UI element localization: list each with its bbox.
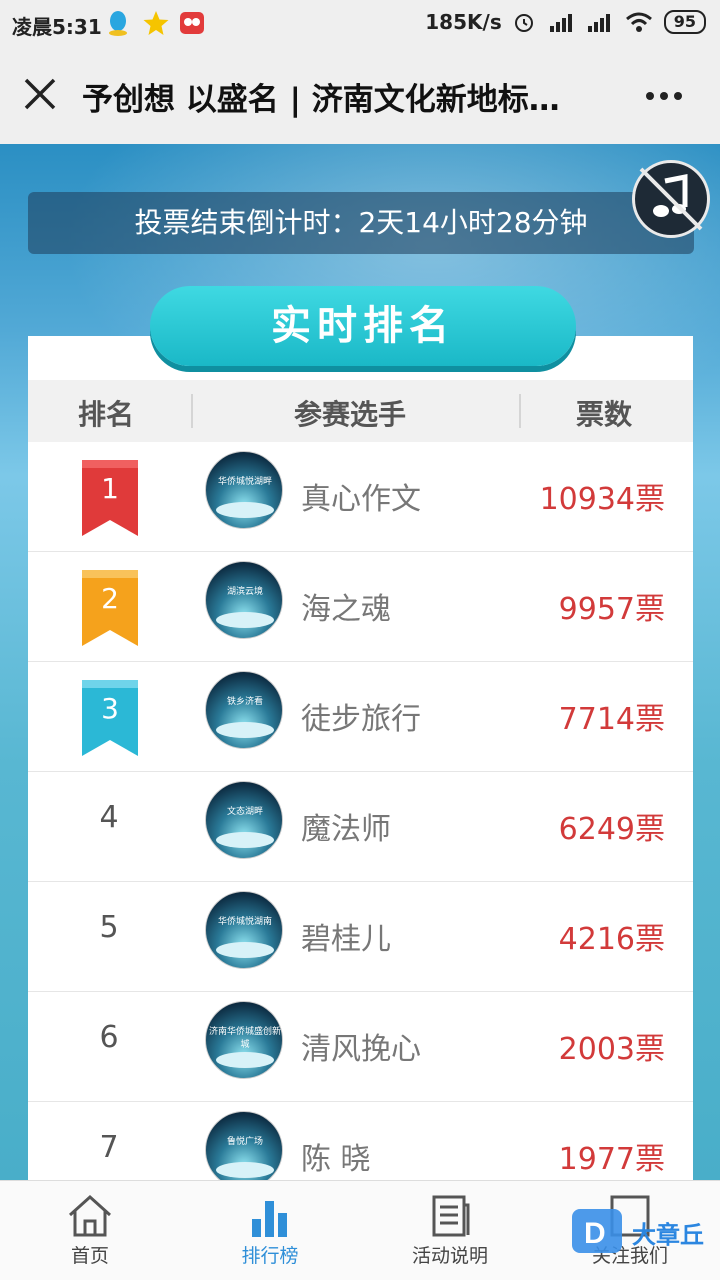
rank-number: 1	[101, 472, 119, 505]
ranking-panel: 排名 参赛选手 票数 1 华侨城悦湖畔 真心作文 10934票 2 湖滨云境 海…	[28, 336, 693, 1180]
header-divider	[519, 394, 521, 428]
rank-ribbon-silver: 2	[80, 568, 140, 648]
avatar-art	[216, 832, 274, 848]
header-divider	[191, 394, 193, 428]
table-row[interactable]: 2 湖滨云境 海之魂 9957票	[28, 552, 693, 662]
rank-number: 7	[99, 1130, 119, 1165]
home-icon	[68, 1194, 112, 1237]
countdown-banner: 投票结束倒计时：2天14小时28分钟	[28, 192, 694, 254]
table-header: 排名 参赛选手 票数	[28, 380, 693, 442]
avatar-art	[216, 612, 274, 628]
avatar-caption: 济南华侨城盛创新城	[208, 1027, 281, 1050]
close-icon[interactable]	[22, 76, 58, 112]
bar-chart-icon	[252, 1201, 287, 1237]
header-votes: 票数	[576, 398, 633, 431]
avatar-art	[216, 722, 274, 738]
vote-count: 10934票	[539, 482, 665, 517]
hd-signal-icon	[549, 14, 572, 32]
tab-label: 活动说明	[411, 1245, 488, 1267]
avatar-caption: 铁乡济看	[226, 697, 263, 707]
main-content: 投票结束倒计时：2天14小时28分钟 实时排名 排名 参赛选手 票数 1 华侨城…	[0, 144, 720, 1180]
avatar-art	[216, 942, 274, 958]
contestant-name: 魔法师	[301, 812, 391, 847]
ranking-title: 实时排名	[150, 286, 576, 366]
rank-number: 4	[99, 800, 119, 835]
avatar-caption: 文态湖畔	[226, 807, 263, 817]
vote-count: 1977票	[558, 1142, 665, 1177]
signal-icon	[587, 14, 610, 32]
table-row[interactable]: 3 铁乡济看 徒步旅行 7714票	[28, 662, 693, 772]
tab-activity-info[interactable]: 活动说明	[360, 1181, 540, 1280]
table-row[interactable]: 4 文态湖畔 魔法师 6249票	[28, 772, 693, 882]
document-icon	[432, 1195, 470, 1237]
vote-count: 6249票	[558, 812, 665, 847]
bottom-tab-bar: 首页 排行榜 活动说明 关注我们 D 大章丘	[0, 1180, 720, 1280]
table-row[interactable]: 1 华侨城悦湖畔 真心作文 10934票	[28, 442, 693, 552]
avatar-art	[216, 1052, 274, 1068]
watermark-logo-icon: D	[572, 1209, 622, 1253]
nav-bar: 予创想 以盛名 | 济南文化新地标…	[0, 48, 720, 144]
contestant-name: 徒步旅行	[301, 702, 421, 737]
star-icon	[143, 11, 169, 35]
table-row[interactable]: 5 华侨城悦湖南 碧桂儿 4216票	[28, 882, 693, 992]
status-bar: 凌晨5:31 185K/s 95	[0, 0, 720, 48]
avatar-caption: 华侨城悦湖畔	[217, 477, 272, 487]
svg-text:D: D	[584, 1217, 606, 1250]
header-contestant: 参赛选手	[294, 398, 407, 431]
watermark: D 大章丘	[570, 1203, 716, 1261]
avatar-caption: 湖滨云境	[226, 587, 263, 597]
battery-indicator: 95	[663, 10, 706, 34]
avatar[interactable]: 文态湖畔	[205, 781, 283, 859]
avatar[interactable]: 铁乡济看	[205, 671, 283, 749]
network-speed: 185K/s	[425, 10, 502, 34]
rank-number: 5	[99, 910, 119, 945]
header-rank: 排名	[78, 398, 135, 431]
tab-home[interactable]: 首页	[0, 1181, 180, 1280]
music-toggle-button[interactable]	[632, 160, 710, 238]
music-off-icon	[639, 167, 703, 231]
table-row[interactable]: 7 鲁悦广场 陈 晓 1977票	[28, 1102, 693, 1180]
alarm-icon	[514, 14, 533, 32]
vote-count: 4216票	[558, 922, 665, 957]
rank-ribbon-bronze: 3	[80, 678, 140, 758]
status-right: 185K/s 95	[425, 10, 706, 34]
avatar[interactable]: 华侨城悦湖南	[205, 891, 283, 969]
app-notification-icon	[180, 12, 204, 34]
vote-count: 7714票	[558, 702, 665, 737]
avatar-art	[216, 1162, 274, 1178]
more-icon[interactable]	[642, 78, 686, 114]
status-time: 凌晨5:31	[12, 15, 102, 39]
contestant-name: 真心作文	[301, 482, 421, 517]
rank-number: 3	[101, 692, 119, 725]
tab-label: 排行榜	[241, 1245, 299, 1267]
avatar-caption: 鲁悦广场	[226, 1137, 263, 1147]
page-title: 予创想 以盛名 | 济南文化新地标…	[82, 82, 560, 118]
tab-label: 首页	[70, 1245, 109, 1267]
wifi-icon	[625, 12, 652, 32]
rank-ribbon-gold: 1	[80, 458, 140, 538]
avatar-art	[216, 502, 274, 518]
avatar[interactable]: 鲁悦广场	[205, 1111, 283, 1180]
rank-number: 6	[99, 1020, 119, 1055]
contestant-name: 陈 晓	[301, 1142, 371, 1177]
avatar[interactable]: 华侨城悦湖畔	[205, 451, 283, 529]
contestant-name: 清风挽心	[301, 1032, 421, 1067]
rank-number: 2	[101, 582, 119, 615]
contestant-name: 海之魂	[301, 592, 391, 627]
avatar[interactable]: 湖滨云境	[205, 561, 283, 639]
table-row[interactable]: 6 济南华侨城盛创新城 清风挽心 2003票	[28, 992, 693, 1102]
avatar-caption: 华侨城悦湖南	[217, 917, 272, 927]
vote-count: 9957票	[558, 592, 665, 627]
tab-ranking[interactable]: 排行榜	[180, 1181, 360, 1280]
qq-icon	[109, 11, 127, 36]
avatar[interactable]: 济南华侨城盛创新城	[205, 1001, 283, 1079]
vote-count: 2003票	[558, 1032, 665, 1067]
contestant-name: 碧桂儿	[301, 922, 391, 957]
watermark-text: 大章丘	[632, 1221, 704, 1249]
